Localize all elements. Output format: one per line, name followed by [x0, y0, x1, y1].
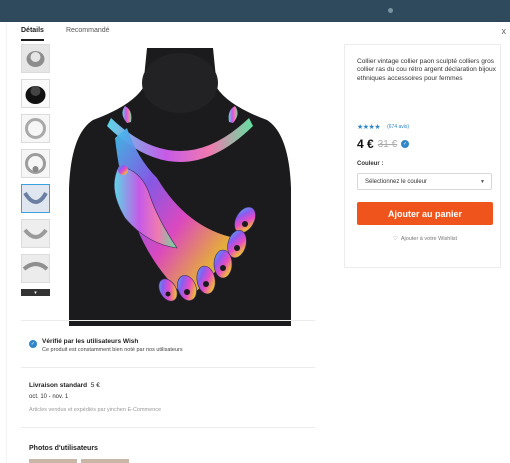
- section-divider: [21, 427, 315, 428]
- tab-recommended[interactable]: Recommandé: [66, 27, 110, 41]
- chevron-down-icon: ▼: [480, 179, 485, 185]
- tab-details[interactable]: Détails: [21, 27, 44, 41]
- header-dot: [388, 8, 393, 13]
- user-photos-title: Photos d'utilisateurs: [29, 445, 98, 452]
- main-product-image: [67, 48, 293, 326]
- close-icon[interactable]: x: [502, 26, 507, 36]
- user-photos-strip[interactable]: [29, 459, 139, 463]
- product-title: Collier vintage collier paon sculpté col…: [357, 58, 496, 82]
- purchase-panel: Collier vintage collier paon sculpté col…: [344, 44, 501, 268]
- thumbnail-6[interactable]: [21, 219, 50, 248]
- thumbnail-1[interactable]: [21, 44, 50, 73]
- thumbnail-list: ▾: [21, 44, 51, 296]
- verified-badge-icon: ✓: [29, 340, 37, 348]
- price-row: 4 € 31 € ✓: [357, 137, 410, 151]
- shipping-label: Livraison standard: [29, 382, 88, 389]
- thumbnail-5[interactable]: [21, 184, 50, 213]
- necklace-thumb-icon: [22, 185, 49, 212]
- user-photo[interactable]: [29, 459, 77, 463]
- verified-title: Vérifié par les utilisateurs Wish: [42, 338, 139, 345]
- shipping-price: 5 €: [90, 382, 100, 389]
- necklace-thumb-icon: [22, 115, 49, 142]
- necklace-thumb-icon: [22, 45, 49, 72]
- product-rating[interactable]: ★★★★ (674 avis): [357, 123, 409, 131]
- shipping-title: Livraison standard 5 €: [29, 382, 100, 389]
- section-divider: [21, 320, 315, 321]
- add-to-wishlist-link[interactable]: ♡ Ajouter à votre Wishlist: [357, 236, 493, 242]
- thumbnail-4[interactable]: [21, 149, 50, 178]
- necklace-thumb-icon: [22, 220, 49, 247]
- verified-subtitle: Ce produit est constamment bien noté par…: [42, 347, 183, 353]
- shipping-seller: Articles vendus et expédiés par yinchen …: [29, 407, 162, 413]
- heart-icon: ♡: [392, 236, 398, 242]
- section-divider: [21, 367, 315, 368]
- thumbnail-2[interactable]: [21, 79, 50, 108]
- necklace-thumb-icon: [22, 255, 49, 282]
- thumbnail-7[interactable]: [21, 254, 50, 283]
- thumbnail-3[interactable]: [21, 114, 50, 143]
- product-modal: Détails Recommandé x ▾ Collier vintage c…: [7, 22, 510, 463]
- necklace-thumb-icon: [22, 80, 49, 107]
- wishlist-label: Ajouter à votre Wishlist: [400, 236, 458, 242]
- user-photo[interactable]: [81, 459, 129, 463]
- old-price: 31 €: [377, 138, 398, 150]
- tabs: Détails Recommandé: [21, 27, 110, 41]
- rating-stars-icon: ★★★★: [357, 124, 381, 131]
- add-to-cart-button[interactable]: Ajouter au panier: [357, 202, 493, 225]
- peacock-necklace-image: [67, 48, 293, 326]
- color-select[interactable]: Sélectionnez le couleur ▼: [357, 173, 492, 190]
- verified-check-icon: ✓: [401, 140, 410, 148]
- necklace-thumb-icon: [22, 150, 49, 177]
- page-header-bar: [0, 0, 510, 22]
- current-price: 4 €: [357, 137, 374, 151]
- color-select-value: Sélectionnez le couleur: [365, 178, 428, 185]
- thumbnail-scroll-down[interactable]: ▾: [21, 289, 50, 296]
- rating-count[interactable]: (674 avis): [387, 124, 409, 130]
- color-label: Couleur :: [357, 161, 384, 167]
- shipping-dates: oct. 10 - nov. 1: [29, 394, 69, 400]
